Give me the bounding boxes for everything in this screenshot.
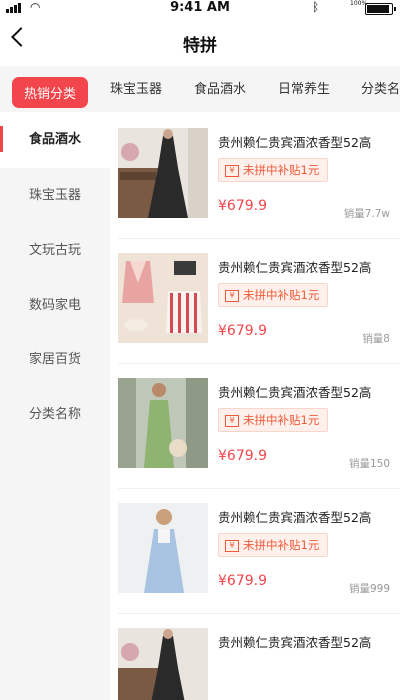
product-name: 贵州赖仁贵宾酒浓香型52高 [218,385,372,400]
product-image[interactable] [118,128,208,218]
sidebar-item-electronics[interactable]: 数码家电 [0,278,110,334]
divider [118,363,400,364]
nav-bar: 特拼 [0,18,400,64]
subsidy-text: 未拼中补贴1元 [243,163,320,177]
page-title: 特拼 [183,36,217,56]
coupon-icon: ¥ [225,289,239,302]
tab-health[interactable]: 日常养生 [278,78,330,97]
subsidy-tag: ¥ 未拼中补贴1元 [218,408,329,432]
divider [118,613,400,614]
subsidy-text: 未拼中补贴1元 [243,413,320,427]
sidebar-item-home[interactable]: 家居百货 [0,332,110,388]
coupon-icon: ¥ [225,414,239,427]
product-image[interactable] [118,503,208,593]
subsidy-tag: ¥ 未拼中补贴1元 [218,158,329,182]
product-item[interactable]: 贵州赖仁贵宾酒浓香型52高 ¥ 未拼中补贴1元 ¥679.9 销量999 [110,503,400,623]
product-price: ¥679.9 [218,573,267,589]
product-name: 贵州赖仁贵宾酒浓香型52高 [218,510,372,525]
product-item[interactable]: 贵州赖仁贵宾酒浓香型52高 ¥ 未拼中补贴1元 ¥679.9 销量150 [110,378,400,498]
coupon-icon: ¥ [225,164,239,177]
tab-food-wine[interactable]: 食品酒水 [194,78,246,97]
subsidy-tag: ¥ 未拼中补贴1元 [218,283,329,307]
status-bar: ◠ 9:41 AM ᛒ 100% [0,0,400,16]
product-price: ¥679.9 [218,323,267,339]
sidebar-item-antiques[interactable]: 文玩古玩 [0,223,110,279]
product-name: 贵州赖仁贵宾酒浓香型52高 [218,635,372,650]
product-item[interactable]: 贵州赖仁贵宾酒浓香型52高 ¥ 未拼中补贴1元 ¥679.9 销量7.7w [110,128,400,248]
sales-count: 销量8 [362,333,390,345]
category-tabs: 热销分类 珠宝玉器 食品酒水 日常养生 分类名称 [0,66,400,112]
tab-category-name[interactable]: 分类名称 [361,78,400,97]
product-price: ¥679.9 [218,448,267,464]
product-item[interactable]: 贵州赖仁贵宾酒浓香型52高 ¥ 未拼中补贴1元 ¥679.9 销量8 [110,253,400,373]
coupon-icon: ¥ [225,539,239,552]
tab-hot[interactable]: 热销分类 [12,77,89,108]
divider [118,238,400,239]
product-price: ¥679.9 [218,198,267,214]
product-name: 贵州赖仁贵宾酒浓香型52高 [218,260,372,275]
subsidy-text: 未拼中补贴1元 [243,538,320,552]
sidebar-item-jewelry[interactable]: 珠宝玉器 [0,168,110,224]
status-time: 9:41 AM [170,0,230,15]
battery-icon [365,3,396,15]
subsidy-tag: ¥ 未拼中补贴1元 [218,533,329,557]
sidebar: 食品酒水 珠宝玉器 文玩古玩 数码家电 家居百货 分类名称 [0,112,110,700]
product-image[interactable] [118,628,208,700]
subsidy-text: 未拼中补贴1元 [243,288,320,302]
bluetooth-icon: ᛒ [312,0,320,14]
sidebar-item-category-name[interactable]: 分类名称 [0,387,110,443]
tab-jewelry[interactable]: 珠宝玉器 [110,78,162,97]
sales-count: 销量7.7w [343,208,390,220]
divider [118,488,400,489]
product-name: 贵州赖仁贵宾酒浓香型52高 [218,135,372,150]
sales-count: 销量150 [348,458,390,470]
product-item[interactable]: 贵州赖仁贵宾酒浓香型52高 [110,628,400,700]
product-image[interactable] [118,378,208,468]
sidebar-item-food-wine[interactable]: 食品酒水 [0,112,110,168]
product-image[interactable] [118,253,208,343]
sales-count: 销量999 [348,583,390,595]
